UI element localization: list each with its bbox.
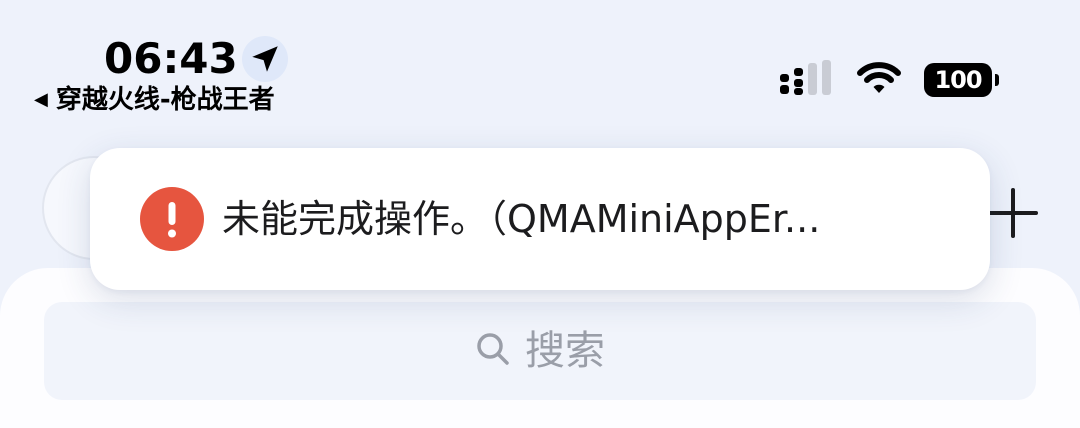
error-toast: 未能完成操作。（QMAMiniAppEr...: [90, 148, 990, 290]
back-to-app-button[interactable]: ◀ 穿越火线-枪战王者: [34, 84, 275, 116]
back-app-label: 穿越火线-枪战王者: [55, 85, 275, 115]
cellular-signal-icon: [780, 60, 834, 100]
search-bar[interactable]: 搜索: [44, 302, 1036, 400]
battery-level: 100: [934, 66, 982, 94]
battery-tip: [995, 74, 999, 86]
wifi-icon: [856, 60, 902, 100]
back-arrow-icon: ◀: [34, 89, 48, 110]
status-bar-time: 06:43: [104, 34, 288, 84]
search-placeholder: 搜索: [525, 328, 605, 374]
add-button[interactable]: [986, 186, 1040, 240]
plus-icon: [988, 188, 1038, 238]
location-arrow-icon: [241, 36, 288, 82]
status-time: 06:43: [104, 34, 238, 83]
toast-message: 未能完成操作。（QMAMiniAppEr...: [222, 197, 821, 241]
battery-icon: 100: [924, 63, 999, 97]
search-icon: [475, 331, 511, 371]
error-icon: [140, 187, 204, 251]
status-bar-right: 100: [780, 60, 999, 100]
